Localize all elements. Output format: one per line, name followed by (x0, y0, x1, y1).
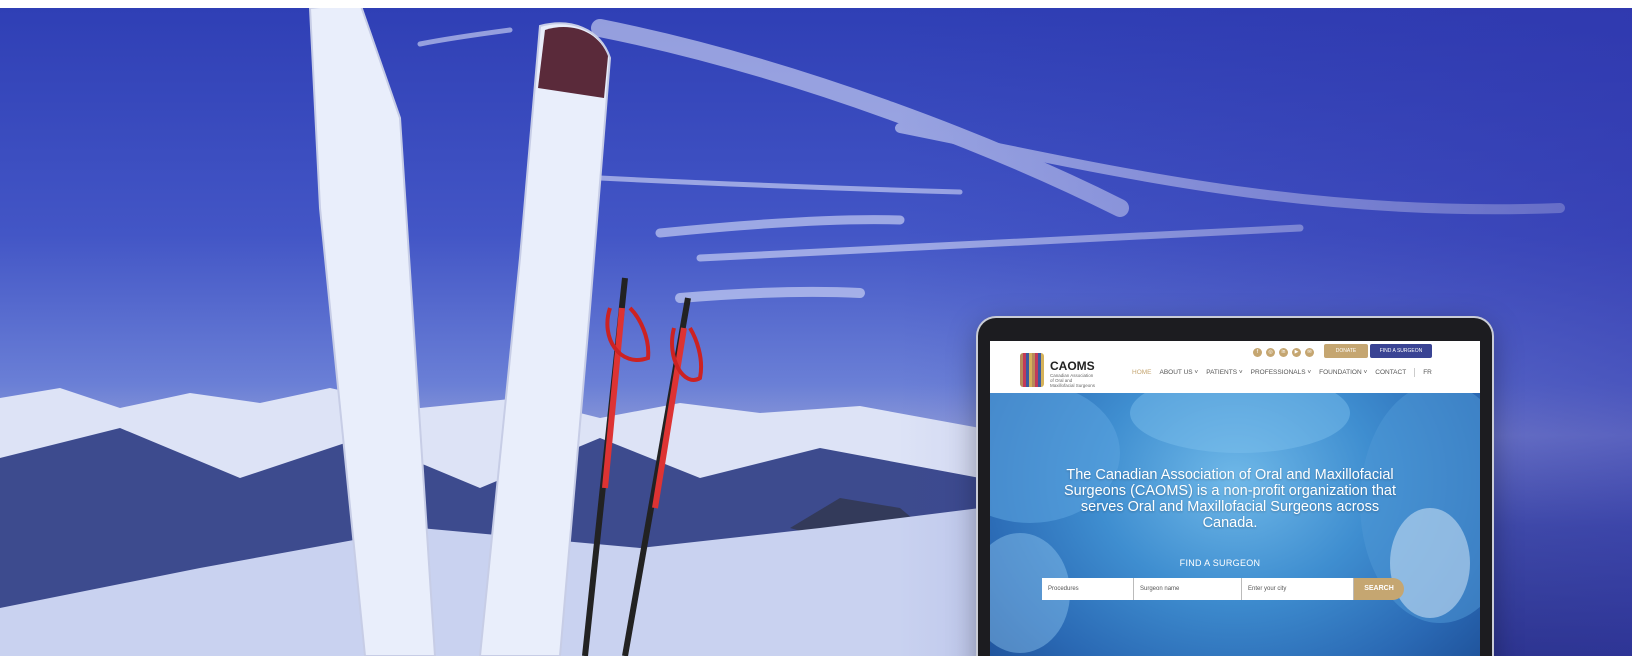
pole-strap-right (670, 326, 703, 382)
hero-caption: The Canadian Association of Oral and Max… (1063, 467, 1397, 531)
find-surgeon-button[interactable]: FIND A SURGEON (1370, 344, 1432, 358)
main-nav: HOME ABOUT US ˅ PATIENTS ˅ PROFESSIONALS… (1132, 368, 1432, 377)
social-links: f ◎ in ▶ ✉ (1253, 348, 1314, 357)
snow-foreground (0, 508, 980, 656)
nav-home[interactable]: HOME (1132, 369, 1152, 377)
surgeon-name-input[interactable]: Surgeon name (1134, 578, 1242, 600)
pole-left (582, 277, 628, 656)
website-screenshot: CAOMS Canadian Association of Oral and M… (990, 341, 1480, 656)
youtube-icon[interactable]: ▶ (1292, 348, 1301, 357)
nav-patients[interactable]: PATIENTS ˅ (1206, 369, 1242, 377)
nav-divider (1414, 368, 1416, 377)
caoms-logo-icon[interactable] (1020, 353, 1044, 387)
procedure-select[interactable]: Procedures (1042, 578, 1134, 600)
language-toggle[interactable]: FR (1423, 369, 1432, 377)
linkedin-icon[interactable]: in (1279, 348, 1288, 357)
mountain-shadows (0, 428, 980, 656)
nav-foundation[interactable]: FOUNDATION ˅ (1319, 369, 1367, 377)
pole-right (622, 297, 691, 656)
facebook-icon[interactable]: f (1253, 348, 1262, 357)
pole-strap-left (605, 306, 651, 362)
ski-left (308, 8, 437, 656)
logo-title: CAOMS (1050, 359, 1095, 373)
site-hero: The Canadian Association of Oral and Max… (990, 393, 1480, 656)
find-surgeon-title: FIND A SURGEON (1179, 558, 1261, 568)
laptop: CAOMS Canadian Association of Oral and M… (978, 318, 1492, 656)
city-input[interactable]: Enter your city (1242, 578, 1354, 600)
rock (790, 498, 930, 548)
ski-right (478, 22, 612, 656)
site-header: CAOMS Canadian Association of Oral and M… (990, 341, 1480, 393)
mountain-range (0, 388, 980, 656)
instagram-icon[interactable]: ◎ (1266, 348, 1275, 357)
nav-about-us[interactable]: ABOUT US ˅ (1160, 369, 1199, 377)
ski-right-tip (538, 27, 608, 98)
cloud-streaks (417, 19, 1565, 303)
donate-button[interactable]: DONATE (1324, 344, 1368, 358)
surgeon-search-form: Procedures Surgeon name Enter your city … (1042, 578, 1404, 600)
search-button[interactable]: SEARCH (1354, 578, 1404, 600)
nav-contact[interactable]: CONTACT (1375, 369, 1406, 377)
email-icon[interactable]: ✉ (1305, 348, 1314, 357)
logo-subtitle: Canadian Association of Oral and Maxillo… (1050, 373, 1096, 388)
nav-professionals[interactable]: PROFESSIONALS ˅ (1251, 369, 1312, 377)
hero-background: CAOMS Canadian Association of Oral and M… (0, 8, 1632, 656)
